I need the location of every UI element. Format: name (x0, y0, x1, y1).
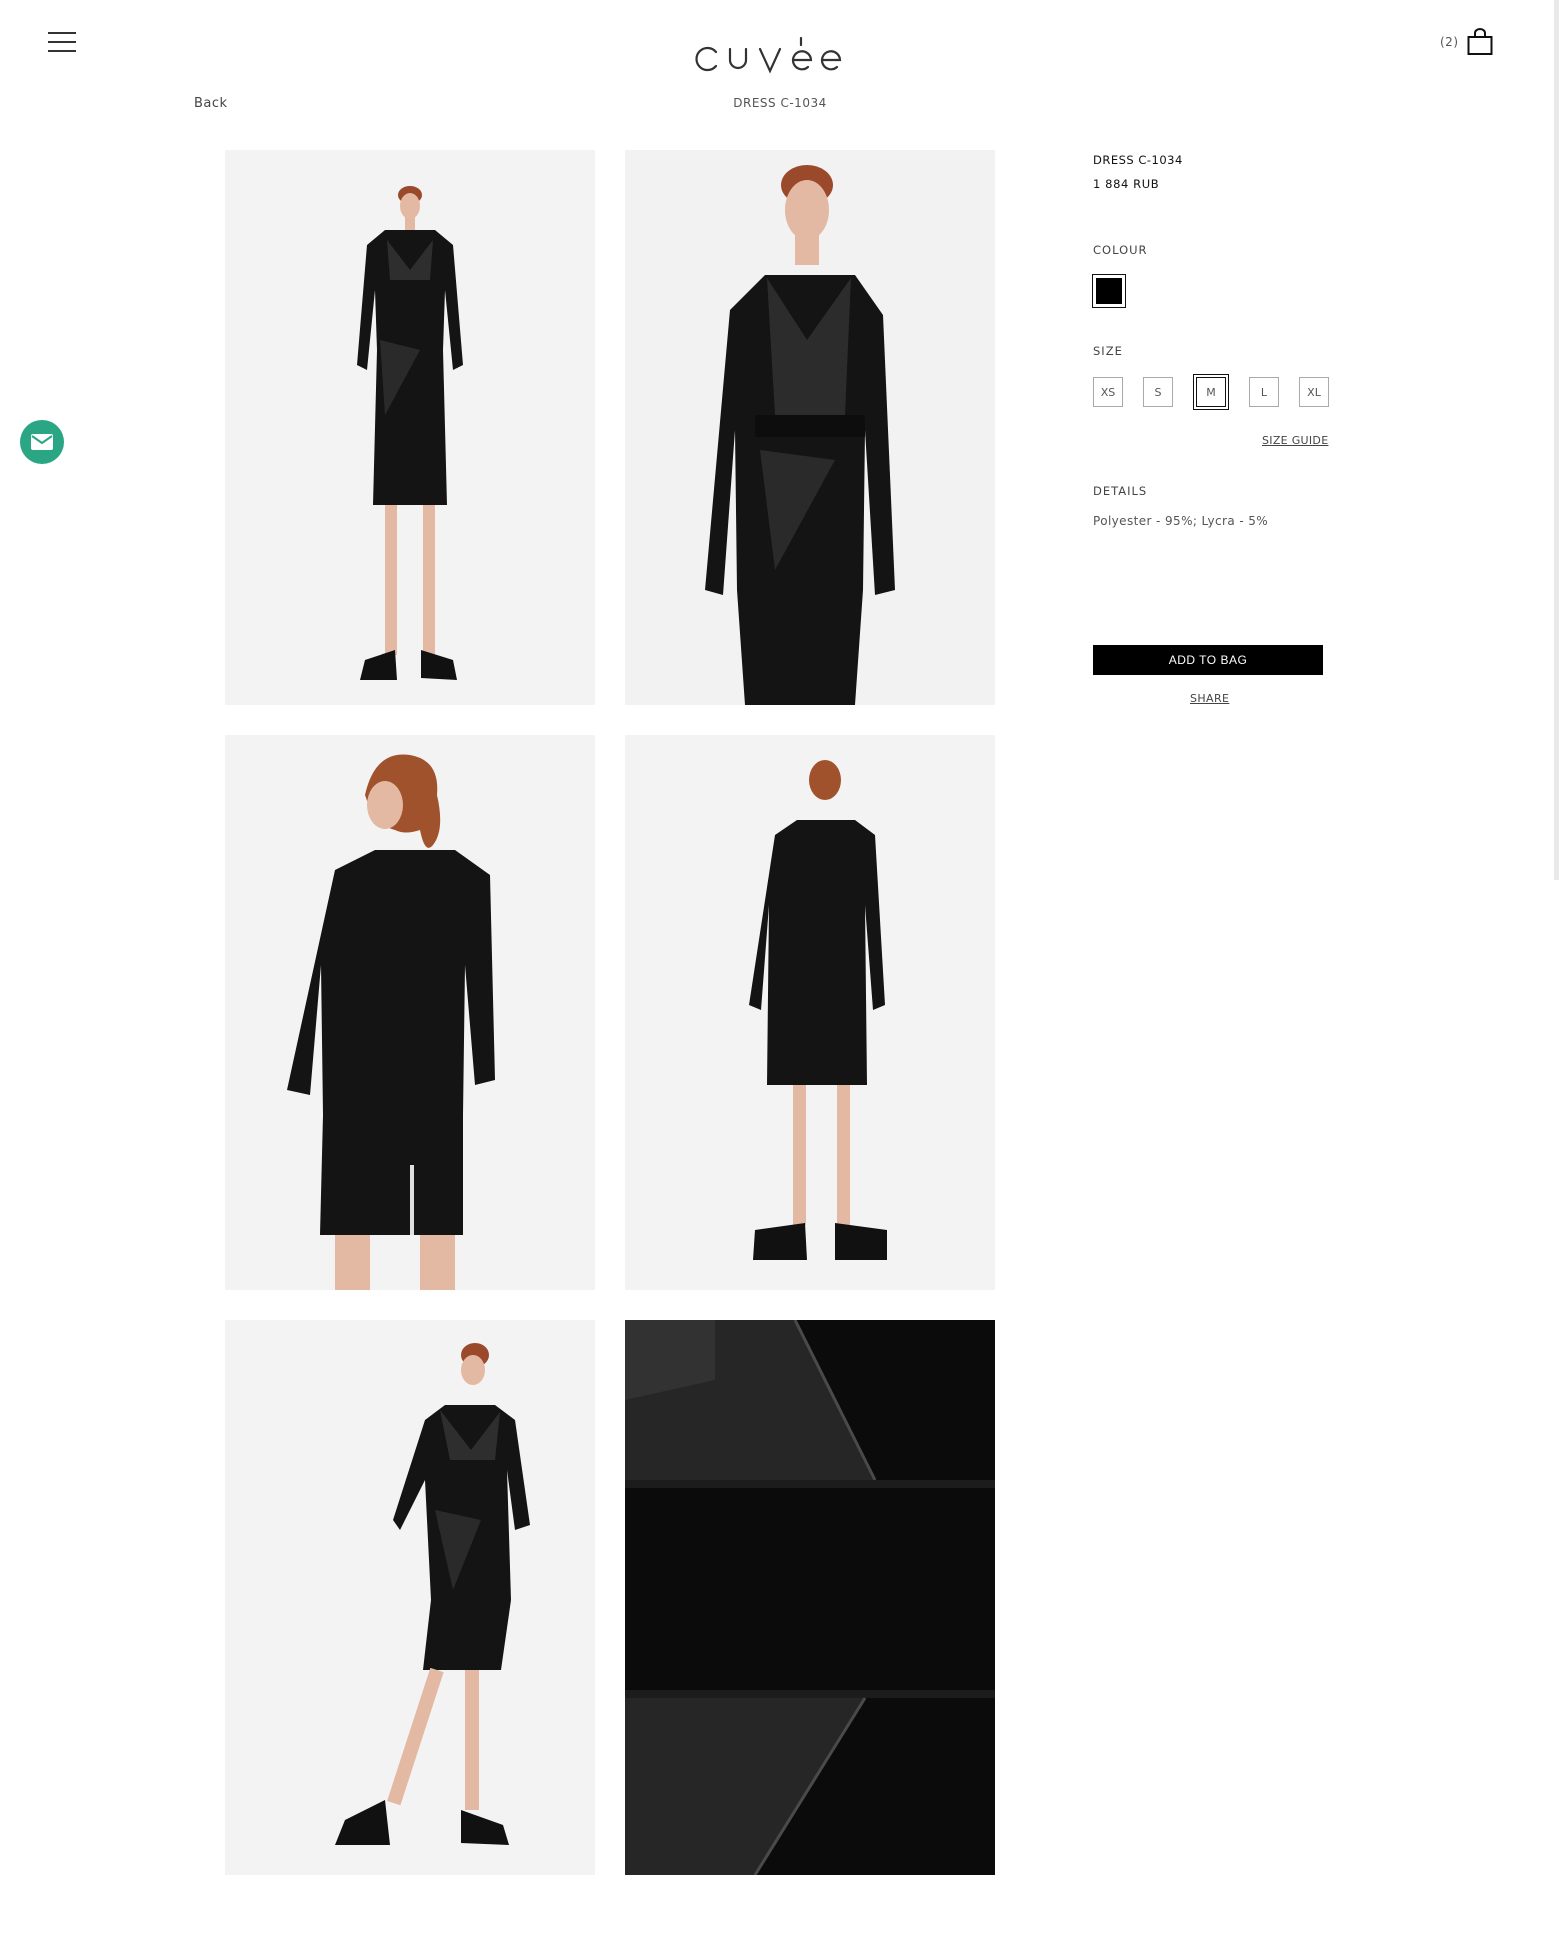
contact-mail-button[interactable] (20, 420, 64, 464)
brand-logo[interactable] (680, 18, 880, 78)
share-link[interactable]: SHARE (1190, 692, 1229, 705)
envelope-icon (31, 434, 53, 450)
size-option-s[interactable]: S (1143, 377, 1173, 407)
swatch-fill (1096, 278, 1122, 304)
product-price: 1 884 RUB (1093, 177, 1160, 191)
size-guide-link[interactable]: SIZE GUIDE (1262, 434, 1328, 447)
product-photo-back-close[interactable] (225, 735, 595, 1290)
hamburger-menu-icon[interactable] (48, 32, 76, 52)
product-photo-side-full[interactable] (225, 1320, 595, 1875)
cart-count: (2) (1440, 35, 1459, 49)
shopping-bag-icon (1467, 28, 1492, 55)
colour-swatch-black[interactable] (1092, 274, 1126, 308)
product-photo-back-full[interactable] (625, 735, 995, 1290)
size-selector: XS S M L XL (1093, 374, 1329, 410)
back-link[interactable]: Back (194, 96, 228, 111)
page-scrollbar[interactable] (1554, 0, 1559, 880)
details-text: Polyester - 95%; Lycra - 5% (1093, 514, 1269, 528)
size-label: SIZE (1093, 344, 1123, 358)
size-option-m[interactable]: M (1193, 374, 1229, 410)
add-to-bag-button[interactable]: ADD TO BAG (1093, 645, 1323, 675)
product-photo-fabric-detail[interactable] (625, 1320, 995, 1875)
size-option-xs[interactable]: XS (1093, 377, 1123, 407)
size-option-l[interactable]: L (1249, 377, 1279, 407)
page-title: DRESS C-1034 (733, 96, 827, 110)
product-title: DRESS C-1034 (1093, 153, 1183, 167)
details-label: DETAILS (1093, 484, 1148, 498)
product-photo-front-close[interactable] (625, 150, 995, 705)
cart-button[interactable]: (2) (1440, 26, 1520, 58)
colour-label: COLOUR (1093, 243, 1148, 257)
product-photo-front-full[interactable] (225, 150, 595, 705)
size-option-xl[interactable]: XL (1299, 377, 1329, 407)
